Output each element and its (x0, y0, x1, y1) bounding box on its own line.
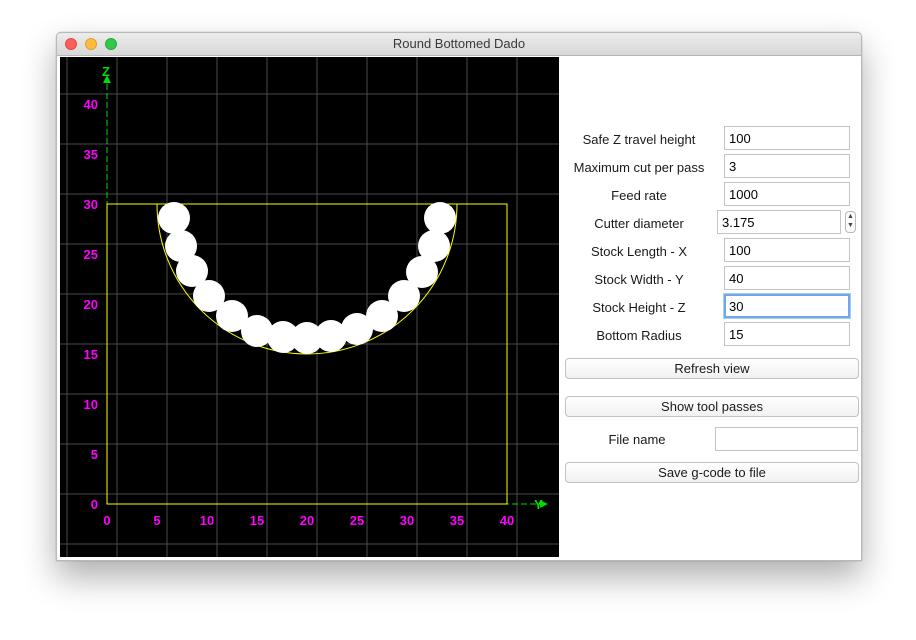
tool-pass-circle (158, 202, 190, 234)
y-tick-label: 40 (500, 513, 514, 528)
app-window: Round Bottomed Dado Y Z 0 5 10 15 20 25 30 35 40 0 5… (56, 32, 862, 561)
y-tick-label: 20 (300, 513, 314, 528)
z-tick-label: 40 (84, 97, 98, 112)
y-tick-label: 30 (400, 513, 414, 528)
z-tick-label: 0 (91, 497, 98, 512)
z-tick-label: 10 (84, 397, 98, 412)
y-tick-label: 35 (450, 513, 464, 528)
toolpath-plot: Y Z 0 5 10 15 20 25 30 35 40 0 5 10 15 20 25 30 35 40 (60, 57, 559, 557)
tool-pass-circle (424, 202, 456, 234)
y-tick-label: 25 (350, 513, 364, 528)
bottom-radius-label: Bottom Radius (596, 328, 682, 343)
stepper-down-icon[interactable]: ▼ (846, 221, 855, 230)
y-tick-label: 0 (103, 513, 110, 528)
bottom-radius-input[interactable] (724, 322, 850, 346)
y-axis-label: Y (534, 497, 543, 512)
tool-pass-circle (418, 230, 450, 262)
refresh-view-button[interactable]: Refresh view (565, 358, 859, 379)
cutter-diameter-stepper[interactable]: ▲ ▼ (845, 211, 856, 233)
z-tick-label: 15 (84, 347, 98, 362)
stock-length-input[interactable] (724, 238, 850, 262)
safe-z-label: Safe Z travel height (582, 132, 696, 147)
feed-rate-input[interactable] (724, 182, 850, 206)
stock-length-label: Stock Length - X (590, 244, 688, 259)
z-tick-label: 35 (84, 147, 98, 162)
z-tick-label: 25 (84, 247, 98, 262)
y-tick-label: 5 (153, 513, 160, 528)
cutter-diameter-label: Cutter diameter (594, 216, 684, 231)
save-gcode-button[interactable]: Save g-code to file (565, 462, 859, 483)
max-cut-input[interactable] (724, 154, 850, 178)
z-tick-label: 30 (84, 197, 98, 212)
stock-width-label: Stock Width - Y (594, 272, 684, 287)
file-name-input[interactable] (715, 427, 858, 451)
stepper-up-icon[interactable]: ▲ (846, 212, 855, 221)
y-tick-label: 15 (250, 513, 264, 528)
stock-height-label: Stock Height - Z (592, 300, 686, 315)
file-name-label: File name (608, 432, 666, 447)
max-cut-label: Maximum cut per pass (573, 160, 705, 175)
safe-z-input[interactable] (724, 126, 850, 150)
z-tick-label: 5 (91, 447, 98, 462)
feed-rate-label: Feed rate (611, 188, 667, 203)
z-axis-label: Z (102, 64, 110, 79)
settings-panel: Safe Z travel height Maximum cut per pas… (559, 55, 861, 560)
window-title: Round Bottomed Dado (392, 36, 526, 51)
stock-height-input[interactable] (724, 294, 850, 318)
y-tick-label: 10 (200, 513, 214, 528)
z-tick-label: 20 (84, 297, 98, 312)
stock-width-input[interactable] (724, 266, 850, 290)
cutter-diameter-input[interactable] (717, 210, 841, 234)
show-tool-passes-button[interactable]: Show tool passes (565, 396, 859, 417)
title-bar: Round Bottomed Dado (57, 33, 861, 56)
plot-canvas: Y Z 0 5 10 15 20 25 30 35 40 0 5 10 15 20 25 30 35 40 (60, 57, 559, 557)
